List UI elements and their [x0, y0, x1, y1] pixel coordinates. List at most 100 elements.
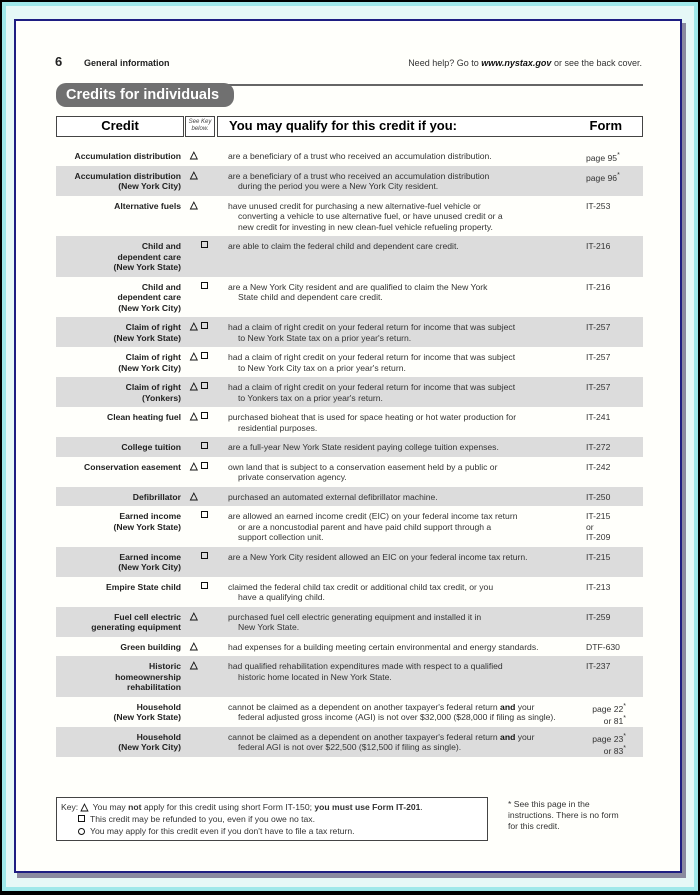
square-icon — [200, 382, 208, 389]
credit-name-line: generating equipment — [91, 622, 181, 632]
qualification-text: are able to claim the federal child and … — [228, 241, 558, 252]
qualification-line: are able to claim the federal child and … — [228, 241, 459, 251]
qualification-text: had expenses for a building meeting cert… — [228, 642, 558, 653]
credit-name-line: (New York City) — [118, 562, 181, 572]
key-icons: △ — [190, 702, 220, 713]
credit-name: Historic homeownership rehabilitation — [56, 661, 181, 693]
key-icons: △ — [190, 281, 220, 293]
table-row: Clean heating fuel △ purchased bioheat tha… — [56, 407, 643, 437]
qualification-line: State child and dependent care credit. — [238, 292, 383, 302]
key-text-bold: you must use Form IT-201 — [314, 802, 421, 812]
qualification-line: had a claim of right credit on your fede… — [228, 382, 516, 392]
key-line-circle: You may apply for this credit even if yo… — [61, 825, 487, 837]
table-row: Claim of right (New York City) △ had a clai… — [56, 347, 643, 377]
credit-name-line: Conservation easement — [84, 461, 181, 472]
key-line-square: This credit may be refunded to you, even… — [61, 813, 487, 825]
qualification-text: are a New York City resident allowed an … — [228, 552, 558, 563]
running-head: 6 General information Need help? Go to w… — [40, 54, 642, 71]
table-row: Household(New York City) △ cannot be claim… — [56, 726, 643, 757]
credit-name: Clean heating fuel — [56, 412, 181, 423]
table-row: Claim of right (New York State) △ had a cla… — [56, 317, 643, 347]
table-row: Household(New York State) △ cannot be clai… — [56, 697, 643, 727]
section-label: General information — [84, 58, 170, 68]
qualification-text: purchased fuel cell electric generating … — [228, 612, 558, 633]
help-link[interactable]: www.nystax.gov — [481, 58, 551, 68]
triangle-icon: △ — [190, 660, 198, 671]
key-icons: △ — [190, 610, 220, 623]
column-header-qualify: You may qualify for this credit if you: … — [217, 116, 643, 137]
credit-name-line: Household — [136, 731, 181, 742]
key-icons: △ — [190, 241, 220, 252]
qualification-line: federal AGI is not over $22,500 ($12,500… — [238, 742, 462, 752]
triangle-icon: △ — [190, 640, 198, 652]
credit-name: Fuel cell electric generating equipment — [56, 612, 181, 633]
form-reference: IT-272 — [586, 442, 638, 453]
qualification-line: claimed the federal child tax credit or … — [228, 581, 494, 592]
table-row: Accumulation distribution (New York City)… — [56, 165, 643, 196]
triangle-icon: △ — [190, 411, 198, 422]
key-text: apply for this credit using short Form I… — [141, 802, 315, 812]
square-icon — [200, 352, 208, 359]
square-icon — [200, 551, 208, 559]
square-icon — [200, 241, 208, 248]
qualification-text: cannot be claimed as a dependent on anot… — [228, 732, 558, 753]
title-rule — [215, 84, 643, 86]
key-icons: △ — [190, 640, 220, 653]
credit-name-line: (New York City) — [118, 302, 181, 313]
qualification-line: support collection unit. — [238, 532, 324, 542]
help-text: Need help? Go to www.nystax.gov or see t… — [408, 58, 642, 68]
section-title: Credits for individuals — [56, 83, 234, 107]
qualification-line: cannot be claimed as a dependent on anot… — [228, 701, 535, 712]
table-row: Earned income(New York City) △ are a New Y… — [56, 546, 643, 577]
credit-name: Child and dependent care (New York City) — [56, 282, 181, 314]
key-legend: Key: △ You may not apply for this credit … — [56, 797, 488, 841]
square-icon — [200, 442, 208, 449]
credit-name-line: (New York City) — [118, 742, 181, 752]
triangle-icon: △ — [190, 169, 198, 181]
credit-name-line: Historic — [149, 661, 181, 671]
footnote: * See this page in the instructions. The… — [508, 799, 619, 831]
key-line-triangle: Key: △ You may not apply for this credit … — [61, 801, 487, 813]
form-reference: IT-213 — [586, 582, 638, 593]
qualification-text: purchased bioheat that is used for space… — [228, 412, 558, 433]
square-icon — [200, 412, 208, 419]
table-row: Green building △ had expenses for a buildi… — [56, 637, 643, 657]
qualification-text: purchased an automated external defibril… — [228, 492, 558, 503]
credit-name-line: homeownership — [115, 671, 181, 682]
credit-name: Claim of right (New York State) — [56, 322, 182, 343]
column-header-credit: Credit — [56, 116, 184, 137]
qualification-line: or are a noncustodial parent and have pa… — [238, 521, 492, 532]
key-icons: △ — [190, 200, 220, 212]
square-icon — [78, 813, 90, 825]
form-reference: IT-250 — [586, 492, 638, 503]
table-row: Historic homeownership rehabilitation △ had … — [56, 656, 643, 697]
form-reference-line: or 81* — [603, 715, 626, 726]
form-reference-line: page 96* — [586, 171, 620, 183]
key-icons: △ — [190, 352, 220, 363]
table-row: Accumulation distribution △ are a benefici… — [56, 146, 643, 166]
table-row: Alternative fuels △ have unused credit for… — [56, 196, 643, 237]
form-reference: IT-216 — [586, 282, 638, 293]
credit-name-line: Household — [136, 701, 181, 712]
form-reference: IT-241 — [586, 412, 638, 423]
credit-name: Earned income (New York State) — [56, 511, 182, 532]
table-row: College tuition △ are a full-year New York… — [56, 437, 643, 457]
key-icons: △ — [190, 412, 220, 423]
table-row: Child anddependent care(New York City) △ a… — [56, 277, 643, 318]
credit-name-line: Claim of right — [125, 382, 181, 392]
credit-name-line: Child and — [141, 241, 181, 251]
qualification-text: had a claim of right credit on your fede… — [228, 322, 558, 343]
credit-name: Accumulation distribution — [56, 151, 181, 162]
triangle-icon: △ — [190, 610, 198, 622]
qualification-line: had expenses for a building meeting cert… — [228, 641, 539, 652]
key-icons: △ — [190, 551, 220, 563]
credit-name-line: Fuel cell electric — [114, 611, 181, 622]
form-reference: IT-215 or IT-209 — [586, 511, 638, 543]
credit-name-line: rehabilitation — [127, 682, 181, 692]
qualification-line: had qualified rehabilitation expenditure… — [228, 661, 503, 671]
form-reference-line: IT-272 — [586, 442, 611, 452]
form-reference: IT-257 — [586, 382, 638, 393]
qualification-line: federal adjusted gross income (AGI) is n… — [238, 712, 556, 722]
qualification-text: are a New York City resident and are qua… — [228, 282, 558, 303]
credit-name: Green building — [56, 642, 181, 653]
